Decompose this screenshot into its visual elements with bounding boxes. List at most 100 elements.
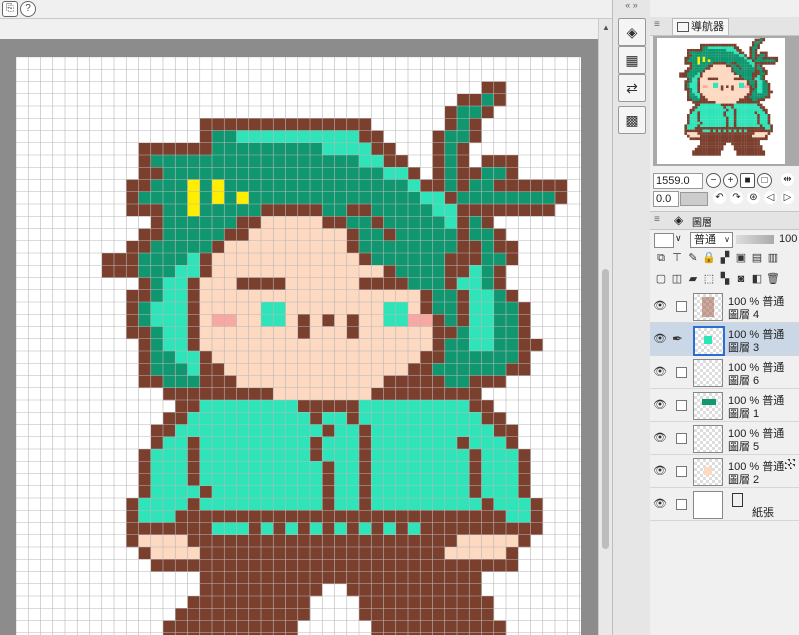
rotate-left-icon[interactable]: ↶ (713, 191, 726, 204)
mini-pixel (728, 59, 732, 63)
layer-item[interactable]: 👁 100 % 普通 圖層 4 (650, 290, 799, 323)
more-tools-icon[interactable]: ▥ (766, 251, 780, 265)
eye-icon[interactable]: 👁 (653, 332, 667, 345)
mini-pixel (687, 114, 690, 117)
layer-color-swatch[interactable] (654, 233, 674, 248)
angle-slider[interactable] (680, 192, 708, 206)
mini-pixel (746, 142, 750, 146)
eye-icon[interactable]: 👁 (653, 365, 667, 378)
mini-pixel (744, 116, 747, 120)
collapse-panel-icon[interactable]: « » (613, 0, 650, 12)
mini-pixel (684, 124, 688, 128)
zoom-out-icon[interactable]: − (706, 173, 721, 188)
fit-window-icon[interactable]: □ (757, 173, 772, 188)
layer-item[interactable]: 👁 100 % 普通 圖層 2 (650, 455, 799, 488)
layers-toggle-icon[interactable]: ⎘ (2, 1, 18, 17)
zoom-actual-icon[interactable]: ■ (740, 173, 755, 188)
reset-rotation-icon[interactable]: ⊛ (747, 191, 760, 204)
zoom-field[interactable]: 1559.0 (653, 173, 703, 189)
ruler-icon[interactable]: ▤ (750, 251, 764, 265)
mini-pixel (754, 153, 758, 156)
layer-checkbox[interactable] (676, 367, 687, 378)
mini-pixel (700, 82, 703, 86)
opacity-slider[interactable] (736, 235, 774, 244)
mini-pixel (718, 56, 721, 60)
mini-pixel (728, 75, 732, 78)
eye-icon[interactable]: 👁 (653, 398, 667, 411)
mini-pixel (731, 93, 734, 96)
mini-pixel (700, 98, 703, 102)
new-vector-layer-icon[interactable]: ◫ (670, 272, 684, 286)
mini-pixel (705, 56, 708, 60)
eye-icon[interactable]: 👁 (653, 464, 667, 477)
reference-icon[interactable]: ⊤ (670, 251, 684, 265)
material-palette-icon[interactable]: ◈ (618, 18, 646, 46)
mini-pixel (736, 121, 740, 125)
mask-add-icon[interactable]: ◙ (734, 272, 748, 286)
mini-pixel (726, 95, 729, 99)
panel-menu-icon[interactable]: ≡ (654, 19, 660, 30)
help-icon[interactable]: ? (20, 1, 36, 17)
flip-icon[interactable]: ◁ (764, 191, 777, 204)
blend-mode-select[interactable]: 普通 ∨ (690, 232, 733, 248)
chevron-down-icon[interactable]: ∨ (675, 233, 682, 244)
layer-item[interactable]: 👁 100 % 普通 圖層 6 (650, 356, 799, 389)
layer-property-icon[interactable]: ▩ (618, 106, 646, 134)
scroll-up-icon[interactable]: ▲ (601, 23, 611, 33)
eye-icon[interactable]: 👁 (653, 299, 667, 312)
mini-pixel (759, 116, 763, 120)
rotate-right-icon[interactable]: ↷ (730, 191, 743, 204)
layer-item[interactable]: 👁 100 % 普通 圖層 5 (650, 422, 799, 455)
mini-pixel (705, 150, 708, 154)
mini-pixel (736, 142, 740, 146)
angle-field[interactable]: 0.0 (653, 191, 679, 207)
mini-pixel (700, 119, 703, 122)
layer-checkbox[interactable] (676, 400, 687, 411)
layer-checkbox[interactable] (676, 499, 687, 510)
mask-icon[interactable]: ▣ (734, 251, 748, 265)
scrollbar-thumb[interactable] (602, 269, 609, 549)
layer-item-paper[interactable]: 👁 紙張 (650, 488, 799, 521)
mini-pixel (762, 95, 766, 99)
layers-title[interactable]: 圖層 (692, 214, 712, 229)
lock-transparent-icon[interactable]: ▞ (718, 251, 732, 265)
mini-pixel (715, 101, 719, 104)
mini-pixel (700, 127, 703, 130)
drawing-canvas[interactable] (16, 57, 581, 635)
layer-item[interactable]: 👁 100 % 普通 圖層 1 (650, 389, 799, 422)
mini-pixel (692, 51, 695, 55)
new-folder-icon[interactable]: ▰ (686, 272, 700, 286)
layer-checkbox[interactable] (676, 433, 687, 444)
mini-pixel (752, 49, 755, 52)
navigator-preview[interactable] (653, 36, 799, 166)
mini-pixel (739, 82, 742, 86)
history-icon[interactable]: ⇄ (618, 74, 646, 102)
layer-item-selected[interactable]: 👁 ✒ 100 % 普通 圖層 3 (650, 323, 799, 356)
delete-layer-icon[interactable]: 🗑 (766, 272, 780, 286)
eye-icon[interactable]: 👁 (653, 497, 667, 510)
combine-icon[interactable]: ▚ (718, 272, 732, 286)
new-raster-layer-icon[interactable]: ▢ (654, 272, 668, 286)
canvas-vertical-scrollbar[interactable]: ▲ (598, 19, 613, 635)
layer-checkbox[interactable] (676, 301, 687, 312)
mini-pixel (733, 54, 737, 57)
mini-pixel (749, 101, 753, 104)
mini-pixel (718, 54, 721, 57)
flip-horizontal-icon[interactable]: ⇹ (781, 173, 794, 186)
eye-icon[interactable]: 👁 (653, 431, 667, 444)
mini-pixel (713, 153, 716, 156)
clipping-icon[interactable]: ⧉ (654, 251, 668, 265)
animation-icon[interactable]: ▦ (618, 46, 646, 74)
layer-checkbox[interactable] (676, 466, 687, 477)
tab-navigator[interactable]: 導航器 (672, 18, 729, 36)
layers-menu-icon[interactable]: ≡ (654, 214, 660, 225)
flip-vertical-icon[interactable]: ▷ (781, 191, 794, 204)
mini-pixel (754, 38, 758, 42)
mini-pixel (718, 46, 721, 50)
draft-icon[interactable]: ✎ (686, 251, 700, 265)
transparency-lock-icon[interactable] (785, 459, 795, 469)
transfer-down-icon[interactable]: ⬚ (702, 272, 716, 286)
lock-icon[interactable]: 🔒 (702, 251, 716, 265)
zoom-in-icon[interactable]: + (723, 173, 738, 188)
apply-mask-icon[interactable]: ◧ (750, 272, 764, 286)
